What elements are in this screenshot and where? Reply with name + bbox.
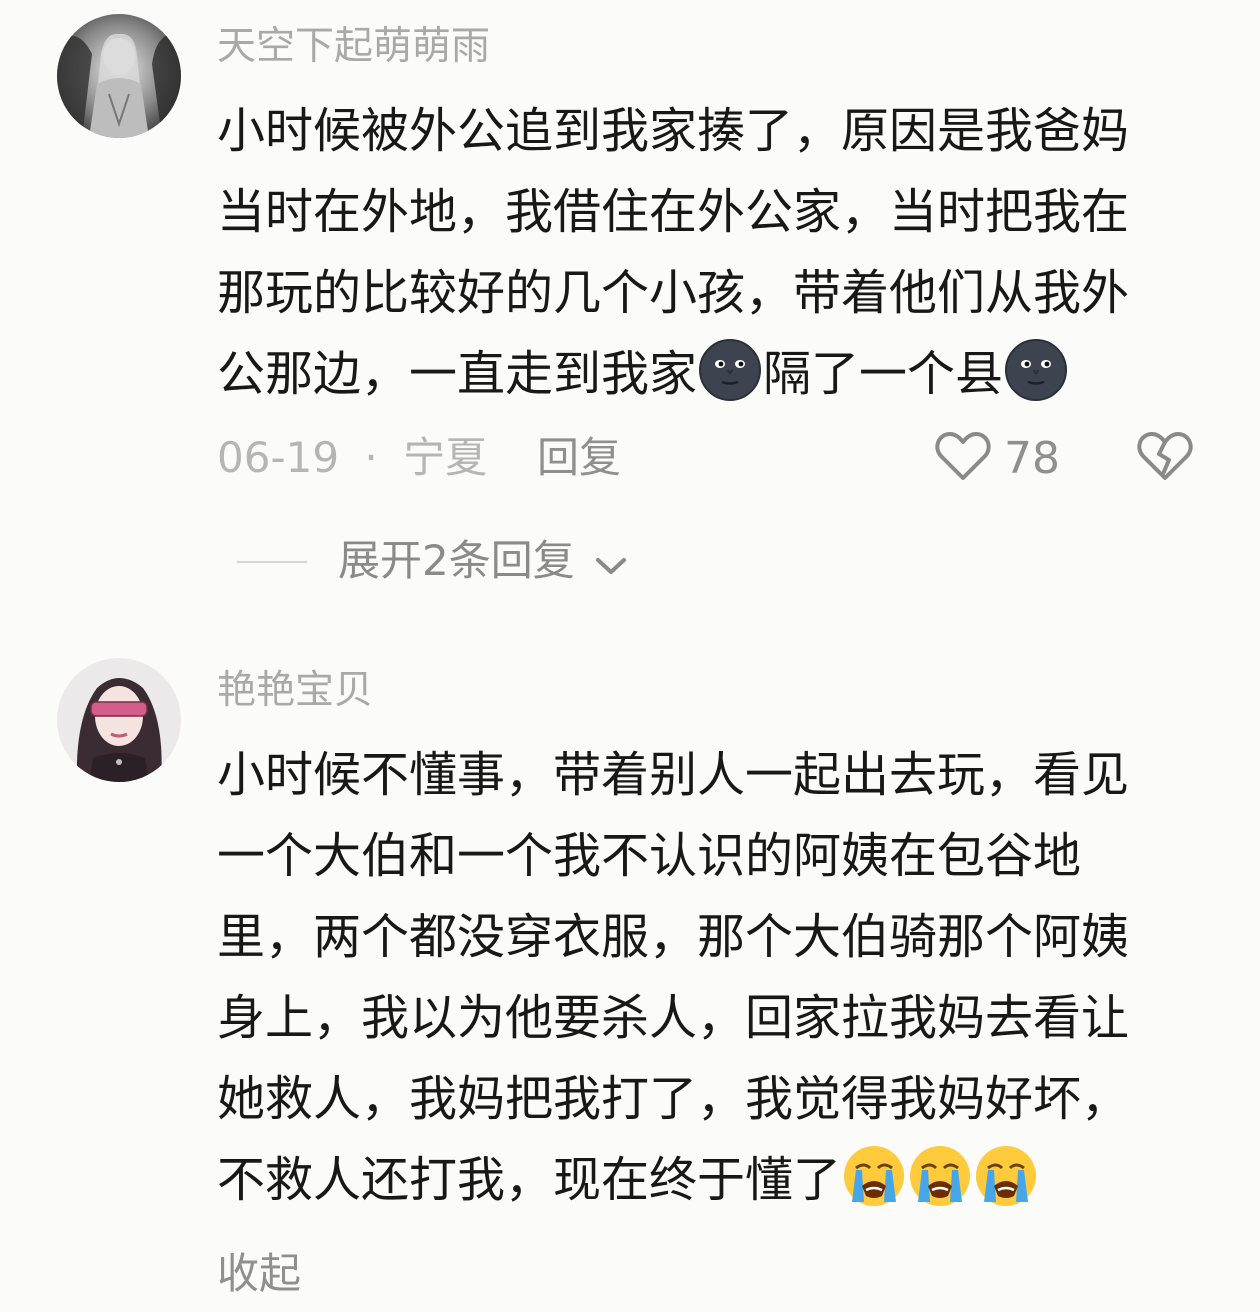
comment-line-part: 不救人还打我，现在终于懂了 <box>217 1152 842 1208</box>
comment-line: 身上，我以为他要杀人，回家拉我妈去看让 <box>217 990 1130 1046</box>
chevron-down-icon <box>594 543 628 585</box>
comment-line: 小时候被外公追到我家揍了，原因是我爸妈 <box>217 103 1130 159</box>
expand-replies-button[interactable]: 展开2条回复 <box>338 540 628 585</box>
like-count: 78 <box>1004 433 1060 484</box>
new-moon-face-icon <box>698 338 762 402</box>
comment-text: 小时候被外公追到我家揍了，原因是我爸妈 当时在外地，我借住在外公家，当时把我在 … <box>217 91 1207 415</box>
avatar[interactable] <box>57 658 181 782</box>
comment-date: 06-19 <box>217 433 340 482</box>
comment-line: 里，两个都没穿衣服，那个大伯骑那个阿姨 <box>217 909 1130 965</box>
heart-icon[interactable] <box>935 430 991 486</box>
comment-line: 那玩的比较好的几个小孩，带着他们从我外 <box>217 265 1130 321</box>
reply-button[interactable]: 回复 <box>537 437 621 479</box>
new-moon-face-icon <box>1004 338 1068 402</box>
comment-line: 不救人还打我，现在终于懂了 <box>217 1140 1207 1221</box>
username[interactable]: 艳艳宝贝 <box>217 671 373 710</box>
comment-text: 小时候不懂事，带着别人一起出去玩，看见 一个大伯和一个我不认识的阿姨在包谷地 里… <box>217 735 1207 1221</box>
username[interactable]: 天空下起萌萌雨 <box>217 27 490 66</box>
comment-line: 公那边，一直走到我家 隔了一个县 <box>217 334 1207 415</box>
comment-line: 她救人，我妈把我打了，我觉得我妈好坏， <box>217 1071 1130 1127</box>
comment-line-part: 隔了一个县 <box>763 346 1004 402</box>
comment-line: 一个大伯和一个我不认识的阿姨在包谷地 <box>217 828 1082 884</box>
comment-meta: 06-19 · 宁夏 <box>217 437 487 479</box>
expand-divider <box>237 561 307 563</box>
loudly-crying-face-icon <box>908 1144 972 1208</box>
collapse-button[interactable]: 收起 <box>217 1253 301 1295</box>
meta-separator: · <box>364 433 378 482</box>
avatar[interactable] <box>57 14 181 138</box>
expand-replies-label: 展开2条回复 <box>338 536 575 585</box>
comment-location: 宁夏 <box>403 433 488 482</box>
loudly-crying-face-icon <box>842 1144 906 1208</box>
comment-line-part: 公那边，一直走到我家 <box>217 346 698 402</box>
comment-line: 当时在外地，我借住在外公家，当时把我在 <box>217 184 1130 240</box>
comment-line: 小时候不懂事，带着别人一起出去玩，看见 <box>217 747 1130 803</box>
broken-heart-icon[interactable] <box>1137 430 1193 486</box>
loudly-crying-face-icon <box>974 1144 1038 1208</box>
